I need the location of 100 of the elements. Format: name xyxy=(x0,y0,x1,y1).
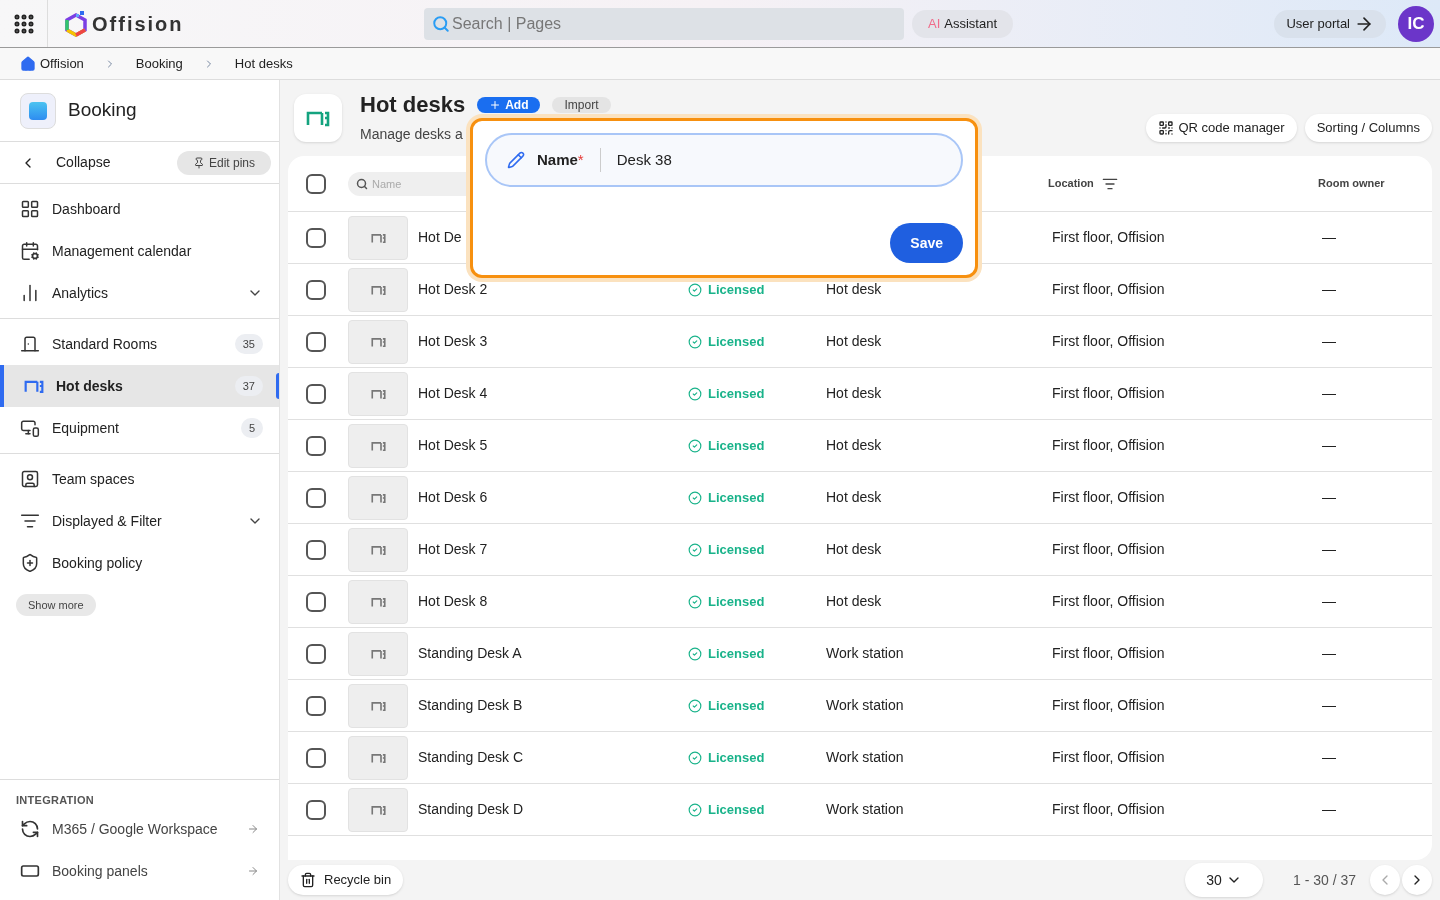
checkbox[interactable] xyxy=(306,799,326,820)
sidebar-item-label: Analytics xyxy=(52,283,110,303)
check-circle-icon xyxy=(688,542,702,557)
sidebar-item[interactable]: Analytics xyxy=(0,272,279,314)
import-button[interactable]: Import xyxy=(552,97,611,113)
brand-name: Offision xyxy=(92,11,184,37)
pin-icon xyxy=(192,156,205,169)
check-circle-icon xyxy=(688,698,702,713)
name-field[interactable]: Name* Desk 38 xyxy=(485,133,963,187)
sidebar-item[interactable]: Hot desks 37 xyxy=(0,365,279,407)
checkbox[interactable] xyxy=(306,279,326,300)
table-cell-text: First floor, Offision xyxy=(1052,592,1166,611)
qr-code-manager-button[interactable]: QR code manager xyxy=(1146,114,1297,142)
sidebar-item[interactable]: Dashboard xyxy=(0,188,279,230)
table-cell-text: First floor, Offision xyxy=(1052,384,1166,403)
sorting-columns-button[interactable]: Sorting / Columns xyxy=(1304,114,1432,142)
checkbox[interactable] xyxy=(306,591,326,612)
user-portal-button[interactable]: User portal xyxy=(1274,9,1386,38)
checkbox[interactable] xyxy=(306,227,326,248)
table-cell-text: — xyxy=(1322,228,1336,247)
checkbox[interactable] xyxy=(306,539,326,560)
show-more-button[interactable]: Show more xyxy=(16,594,96,617)
sidebar-item[interactable]: Booking policy xyxy=(0,542,279,584)
table-cell: Hot desk xyxy=(826,489,882,505)
table-cell-text: Hot Desk 7 xyxy=(418,540,489,559)
sidebar-item[interactable]: Management calendar xyxy=(0,230,279,272)
check-circle-icon xyxy=(688,646,702,661)
count-badge: 37 xyxy=(234,375,263,397)
table-cell-text: Hot Desk 3 xyxy=(418,332,489,351)
integration-item[interactable]: M365 / Google Workspace xyxy=(0,808,279,850)
checkbox[interactable] xyxy=(306,695,326,716)
checkbox[interactable] xyxy=(306,643,326,664)
checkbox[interactable] xyxy=(306,487,326,508)
status-label: Licensed xyxy=(688,383,826,404)
sidebar-item[interactable]: Equipment 5 xyxy=(0,407,279,449)
desk-icon xyxy=(370,440,386,451)
page-subtitle: Manage desks a xyxy=(360,125,464,144)
page-size-select[interactable]: 30 xyxy=(1184,863,1263,897)
breadcrumb-link[interactable]: Booking xyxy=(135,53,183,74)
assistant-button[interactable]: AI Assistant xyxy=(912,9,1014,38)
next-page-button[interactable] xyxy=(1402,865,1432,895)
section-title: Booking xyxy=(68,98,137,123)
checkbox[interactable] xyxy=(306,383,326,404)
sidebar-item[interactable]: Team spaces xyxy=(0,458,279,500)
search-field[interactable]: Search | Pages xyxy=(424,7,904,40)
sidebar-item[interactable]: Displayed & Filter xyxy=(0,500,279,542)
pencil-icon xyxy=(507,151,525,169)
table-cell-text: — xyxy=(1322,280,1336,299)
table-cell-text: First floor, Offision xyxy=(1052,280,1166,299)
table-cell-text: Standing Desk C xyxy=(418,748,525,767)
integration-label: Booking panels xyxy=(52,861,149,881)
table-cell-text: First floor, Offision xyxy=(1052,644,1166,663)
breadcrumb-link[interactable]: Hot desks xyxy=(234,53,293,74)
check-circle-icon xyxy=(688,334,702,349)
collapse-label[interactable]: Collapse xyxy=(56,152,177,173)
integration-item[interactable]: Booking panels xyxy=(0,850,279,892)
table-cell: Hot desk xyxy=(826,385,882,401)
checkbox[interactable] xyxy=(306,331,326,352)
person-card-icon xyxy=(20,469,40,489)
table-cell-text: First floor, Offision xyxy=(1052,540,1166,559)
recycle-bin-button[interactable]: Recycle bin xyxy=(288,865,404,895)
column-header[interactable]: Room owner xyxy=(1318,175,1385,192)
bar-chart-icon xyxy=(20,283,40,303)
desk-icon xyxy=(24,378,44,394)
arrow-right-icon xyxy=(247,823,259,835)
table-cell: Work station xyxy=(826,645,904,661)
name-input[interactable]: Desk 38 xyxy=(616,148,941,172)
sidebar-item-label: Dashboard xyxy=(52,199,122,219)
table-cell-text: Hot Desk 5 xyxy=(418,436,489,455)
table-cell-text: Hot Desk 4 xyxy=(418,384,489,403)
desk-icon xyxy=(370,804,386,815)
column-header[interactable]: Location xyxy=(1048,175,1318,192)
user-avatar[interactable]: IC xyxy=(1398,5,1434,42)
desk-icon xyxy=(370,596,386,607)
table-cell-text: — xyxy=(1322,696,1336,715)
arrow-right-icon xyxy=(247,865,259,877)
desk-icon xyxy=(370,544,386,555)
checkbox[interactable] xyxy=(306,173,326,194)
checkbox[interactable] xyxy=(306,435,326,456)
check-circle-icon xyxy=(688,750,702,765)
edit-pins-button[interactable]: Edit pins xyxy=(176,150,271,175)
sync-icon xyxy=(20,819,40,839)
table-cell: Hot desk xyxy=(826,437,882,453)
save-button[interactable]: Save xyxy=(890,223,963,263)
desk-icon xyxy=(370,752,386,763)
table-cell: Work station xyxy=(826,749,904,765)
status-label: Licensed xyxy=(688,487,826,508)
search-icon xyxy=(356,177,368,190)
sidebar-item[interactable]: Standard Rooms 35 xyxy=(0,323,279,365)
status-label: Licensed xyxy=(688,591,826,612)
table-cell-text: First floor, Offision xyxy=(1052,436,1166,455)
sidebar-item-label: Booking policy xyxy=(52,553,144,573)
checkbox[interactable] xyxy=(306,747,326,768)
status-label: Licensed xyxy=(688,747,826,768)
status-label: Licensed xyxy=(688,331,826,352)
check-circle-icon xyxy=(688,802,702,817)
breadcrumb-link[interactable]: Offision xyxy=(20,53,84,74)
table-cell-text: — xyxy=(1322,488,1336,507)
add-button[interactable]: Add xyxy=(477,97,541,113)
home-icon xyxy=(20,55,36,72)
